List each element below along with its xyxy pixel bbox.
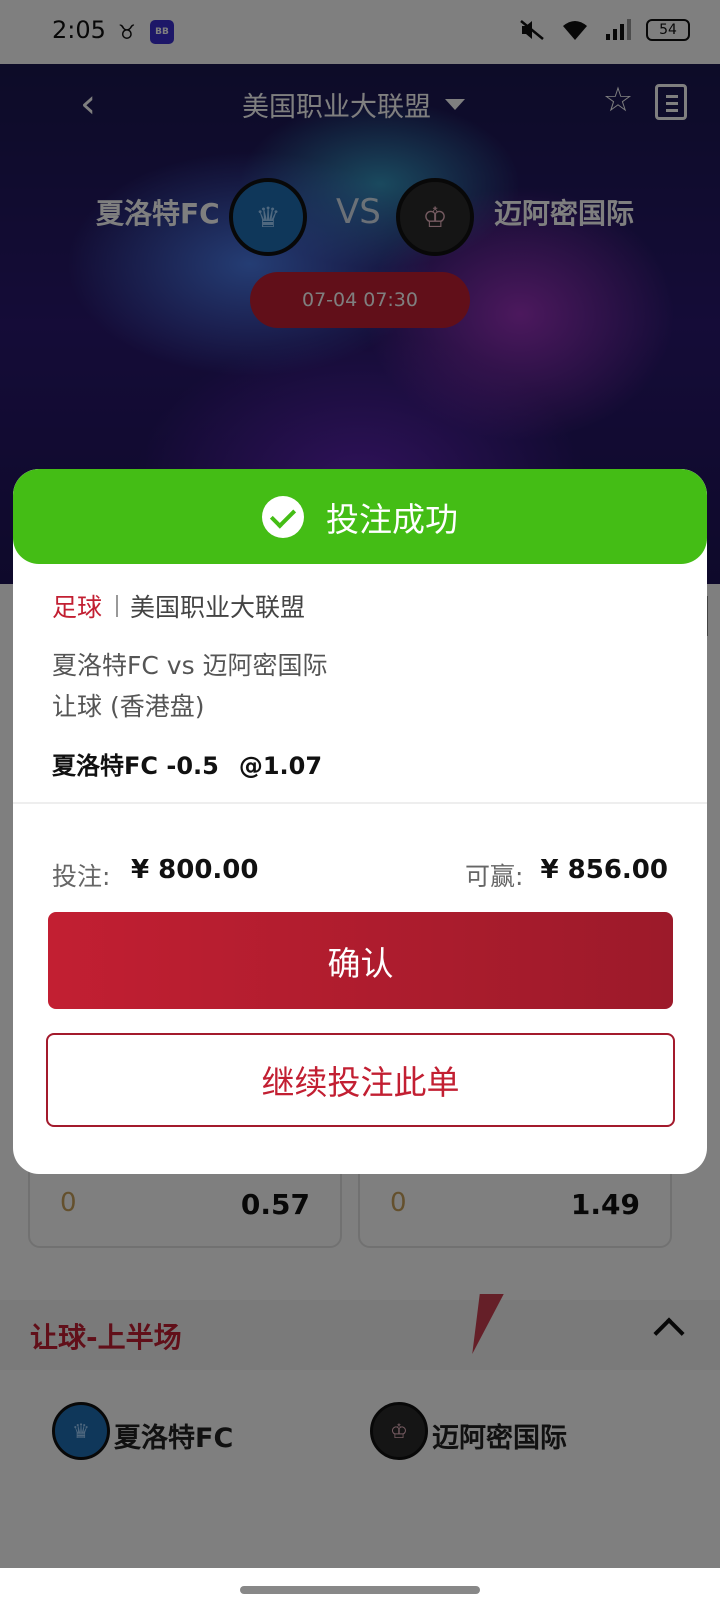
market-label: 让球 (香港盘): [52, 692, 205, 721]
bet-success-dialog: 投注成功 足球 美国职业大联盟 夏洛特FC vs 迈阿密国际 让球 (香港盘) …: [13, 469, 707, 1174]
stake-amount: ¥ 800.00: [131, 855, 259, 885]
league-label: 美国职业大联盟: [130, 593, 306, 622]
selection-label: 夏洛特FC -0.5: [52, 752, 219, 780]
selection-odds: @1.07: [238, 752, 323, 780]
continue-betting-button[interactable]: 继续投注此单: [46, 1033, 675, 1127]
confirm-button[interactable]: 确认: [48, 912, 673, 1009]
sport-league-line: 足球 美国职业大联盟: [52, 588, 305, 624]
selection-line: 夏洛特FC -0.5 @1.07: [52, 746, 322, 781]
check-circle-icon: [262, 495, 304, 538]
dialog-title: 投注成功: [326, 499, 458, 539]
dialog-header: 投注成功: [13, 469, 707, 564]
sport-label: 足球: [52, 593, 103, 622]
divider: [13, 802, 707, 804]
home-indicator[interactable]: [240, 1586, 480, 1594]
potential-win-amount: ¥ 856.00: [540, 855, 668, 885]
separator: [116, 595, 119, 617]
navigation-bar: [0, 1568, 720, 1612]
stake-label: 投注:: [52, 862, 111, 891]
match-label: 夏洛特FC vs 迈阿密国际: [52, 651, 328, 680]
potential-win-label: 可赢:: [465, 862, 524, 891]
